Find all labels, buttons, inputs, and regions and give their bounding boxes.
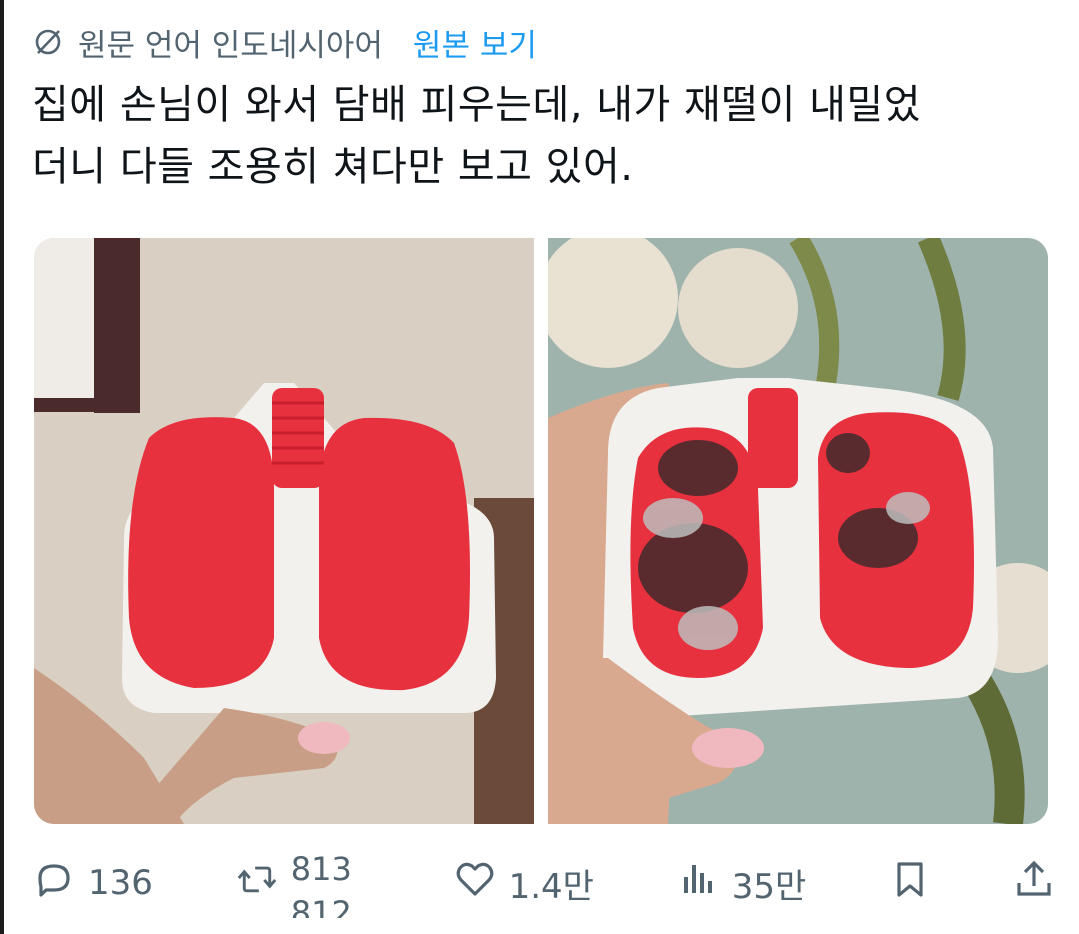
views-button[interactable]: 35만 [678,848,807,918]
share-icon [1014,859,1054,908]
views-icon [678,859,718,908]
tweet-action-bar: 136 813 812 1.4만 35만 [34,848,1054,918]
like-button[interactable]: 1.4만 [455,848,594,918]
media-grid [34,238,1048,824]
bookmark-button[interactable] [890,848,930,918]
source-language-label: 원문 언어 인도네시아어 [78,27,383,64]
translation-bar: 원문 언어 인도네시아어 원본 보기 [32,18,537,66]
retweet-count: 813 812 [291,848,371,918]
view-original-link[interactable]: 원본 보기 [413,20,537,65]
photo-clean-ashtray[interactable] [34,238,534,824]
photo-dirty-ashtray[interactable] [548,238,1048,824]
retweet-icon [237,859,277,908]
bookmark-icon [890,859,930,908]
retweet-count-next: 812 [290,894,352,918]
tweet-text: 집에 손님이 와서 담배 피우는데, 내가 재떨이 내밀었 더니 다들 조용히 … [32,82,922,190]
like-count: 1.4만 [508,866,594,907]
share-button[interactable] [1014,848,1054,918]
reply-icon [34,859,74,908]
window-edge [0,0,4,934]
retweet-count-current: 813 [290,850,352,888]
reply-button[interactable]: 136 [34,848,153,918]
reply-count: 136 [88,863,153,903]
views-count: 35만 [731,866,807,907]
translate-icon [32,26,64,58]
heart-icon [455,859,495,908]
retweet-button[interactable]: 813 812 [237,848,371,918]
